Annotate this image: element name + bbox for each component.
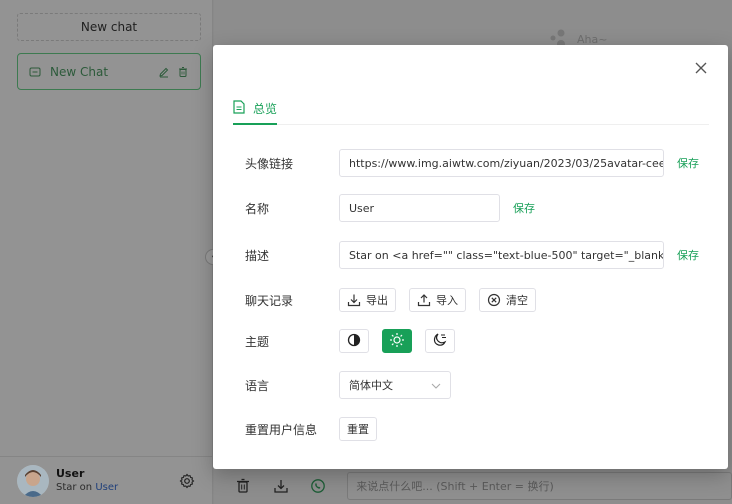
chevron-down-icon <box>431 379 441 392</box>
name-save-button[interactable]: 保存 <box>513 200 535 216</box>
chat-list-item[interactable]: New Chat <box>17 53 201 90</box>
language-row: 语言 简体中文 <box>245 371 451 399</box>
user-desc-prefix: Star on <box>56 482 96 494</box>
close-circle-icon <box>487 293 501 307</box>
chat-history-label: 聊天记录 <box>245 293 294 308</box>
whatsapp-icon[interactable] <box>310 477 328 495</box>
theme-auto-button[interactable] <box>339 329 369 353</box>
delete-icon[interactable] <box>176 65 190 79</box>
avatar-save-button[interactable]: 保存 <box>677 155 699 171</box>
sun-icon <box>389 332 405 351</box>
name-row: 名称 User 保存 <box>245 194 535 222</box>
edit-icon[interactable] <box>157 65 171 79</box>
theme-label: 主题 <box>245 334 270 349</box>
theme-light-button[interactable] <box>382 329 412 353</box>
download-icon <box>347 293 361 307</box>
tab-overview-label: 总览 <box>253 102 278 116</box>
export-button[interactable]: 导出 <box>339 288 396 312</box>
export-label: 导出 <box>366 294 388 307</box>
theme-dark-button[interactable] <box>425 329 455 353</box>
clear-button[interactable]: 清空 <box>479 288 536 312</box>
chat-input[interactable]: 来说点什么吧... (Shift + Enter = 换行) <box>347 472 732 500</box>
description-label: 描述 <box>245 248 270 263</box>
upload-icon <box>417 293 431 307</box>
chat-history-row: 聊天记录 导出 导入 清空 <box>245 288 549 312</box>
document-icon <box>233 100 247 114</box>
user-name: User <box>56 466 85 480</box>
tab-overview[interactable]: 总览 <box>233 100 277 125</box>
avatar-url-row: 头像链接 https://www.img.aiwtw.com/ziyuan/20… <box>245 149 699 177</box>
reset-button[interactable]: 重置 <box>339 417 377 441</box>
close-icon[interactable] <box>692 59 710 77</box>
trash-icon[interactable] <box>234 477 252 495</box>
bot-greeting: Aha~ <box>577 32 608 46</box>
reset-label: 重置用户信息 <box>245 422 318 437</box>
moon-icon <box>432 332 448 351</box>
clear-label: 清空 <box>506 294 528 307</box>
language-label: 语言 <box>245 378 270 393</box>
chat-toolbar: 来说点什么吧... (Shift + Enter = 换行) <box>214 468 732 504</box>
avatar[interactable] <box>17 464 49 497</box>
user-panel: User Star on User <box>0 456 213 504</box>
message-icon <box>28 65 42 79</box>
download-icon[interactable] <box>272 477 290 495</box>
avatar-url-label: 头像链接 <box>245 156 294 171</box>
settings-tabs: 总览 <box>233 100 709 125</box>
name-input[interactable]: User <box>339 194 500 222</box>
avatar-url-input[interactable]: https://www.img.aiwtw.com/ziyuan/2023/03… <box>339 149 664 177</box>
settings-modal: 总览 头像链接 https://www.img.aiwtw.com/ziyuan… <box>213 45 728 469</box>
chat-item-label: New Chat <box>50 64 109 79</box>
user-description: Star on User <box>56 481 178 494</box>
language-value: 简体中文 <box>349 379 393 392</box>
import-label: 导入 <box>436 294 458 307</box>
language-select[interactable]: 简体中文 <box>339 371 451 399</box>
description-input[interactable]: Star on <a href="" class="text-blue-500"… <box>339 241 664 269</box>
description-save-button[interactable]: 保存 <box>677 247 699 263</box>
sidebar: New chat New Chat User Star on User <box>0 0 213 504</box>
settings-icon[interactable] <box>178 472 196 490</box>
new-chat-button[interactable]: New chat <box>17 13 201 41</box>
reset-row: 重置用户信息 重置 <box>245 417 390 441</box>
user-info: User Star on User <box>56 467 178 494</box>
contrast-icon <box>347 333 361 350</box>
user-desc-link[interactable]: User <box>95 482 118 493</box>
import-button[interactable]: 导入 <box>409 288 466 312</box>
theme-row: 主题 <box>245 329 468 353</box>
name-label: 名称 <box>245 201 270 216</box>
tab-active-indicator <box>233 123 277 125</box>
description-row: 描述 Star on <a href="" class="text-blue-5… <box>245 241 699 269</box>
